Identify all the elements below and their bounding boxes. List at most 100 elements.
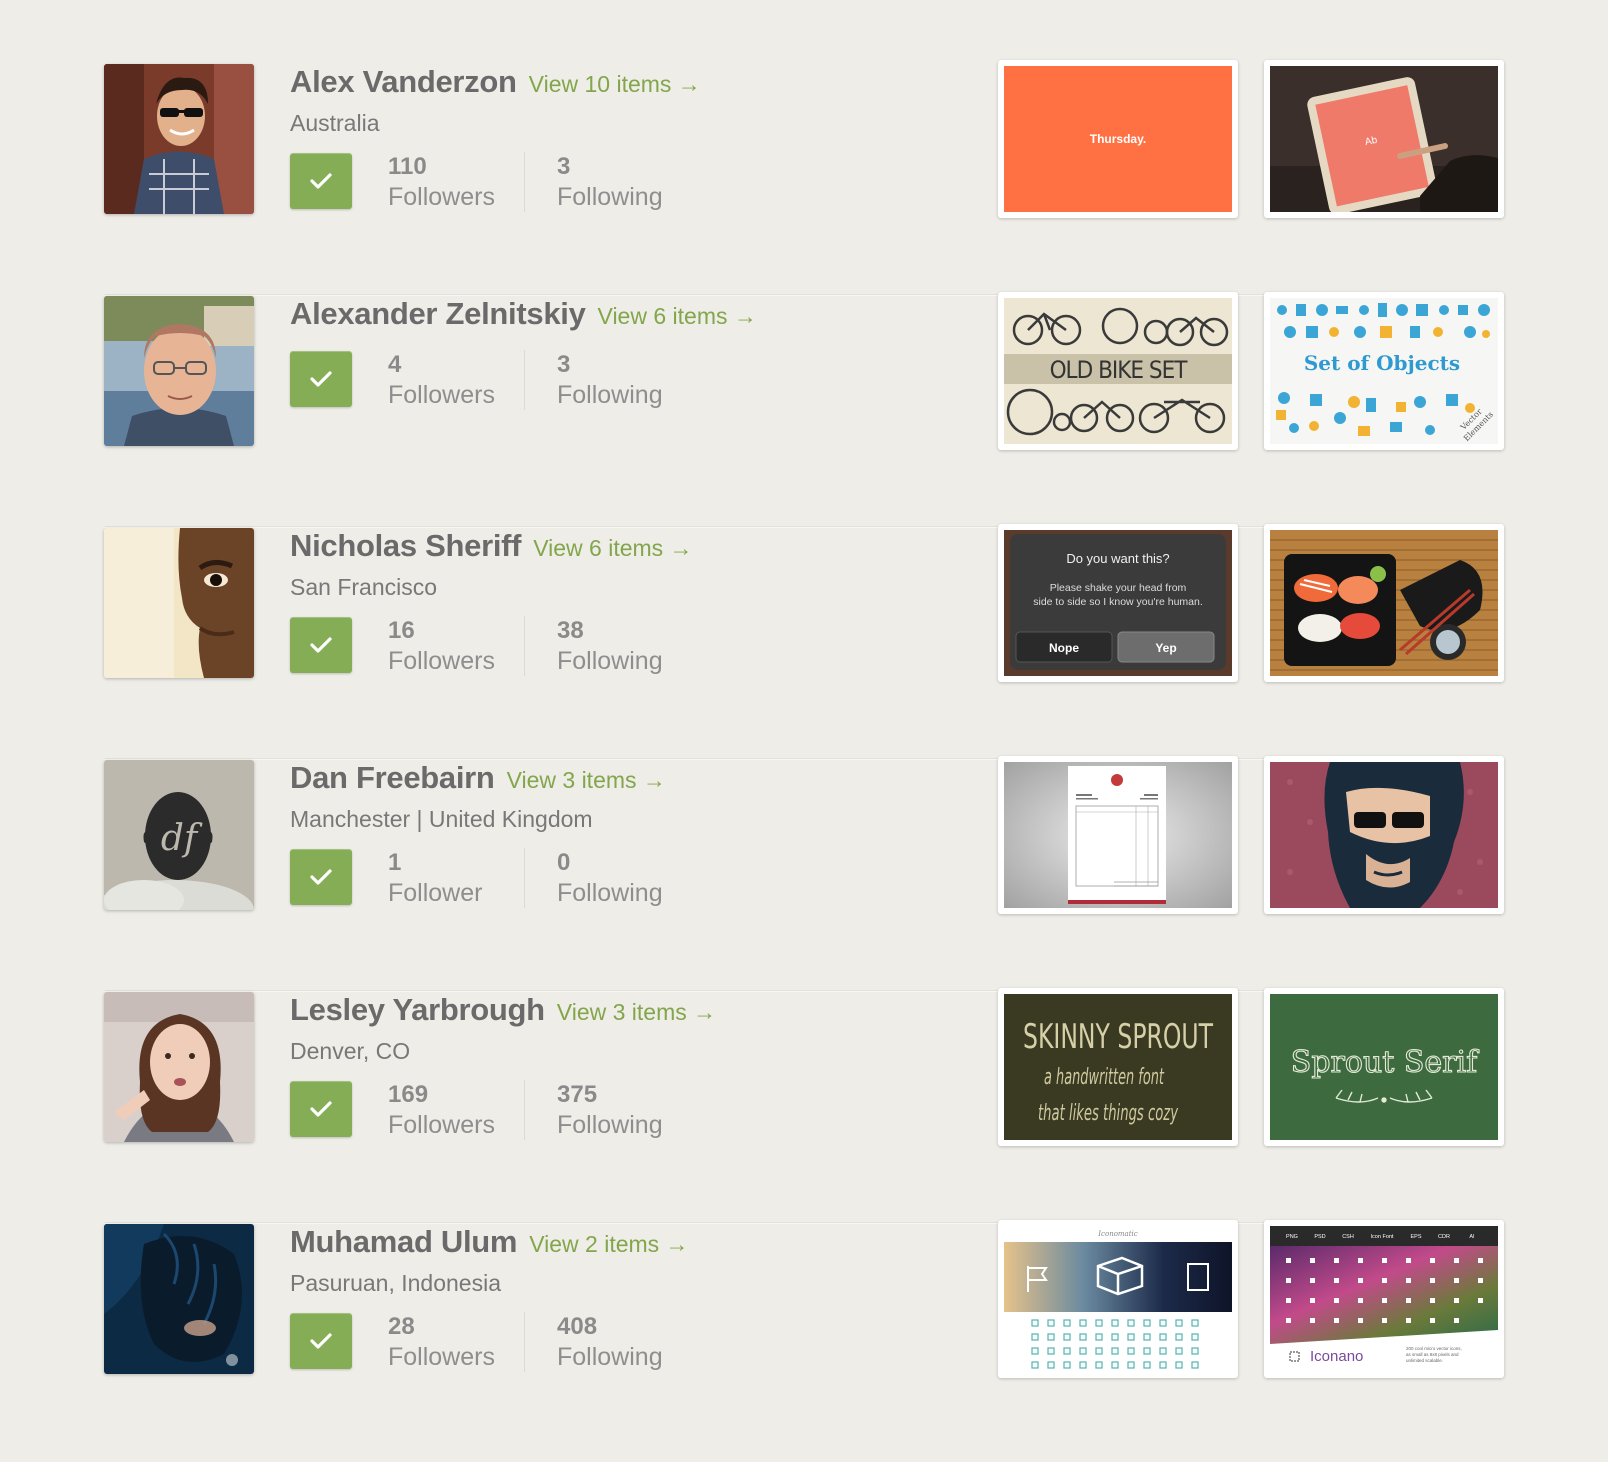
following-count: 375 bbox=[557, 1081, 598, 1108]
item-thumbnail[interactable]: Set of Objects Vector Elements bbox=[1264, 292, 1504, 450]
followers-count: 16 bbox=[388, 617, 415, 644]
avatar[interactable] bbox=[104, 1224, 254, 1374]
checkmark-icon bbox=[310, 1101, 332, 1117]
user-stats: 110 Followers 3 Following bbox=[290, 152, 990, 212]
view-items-link[interactable]: View 6 items → bbox=[533, 535, 692, 562]
user-name[interactable]: Lesley Yarbrough bbox=[290, 992, 545, 1028]
followers-count: 1 bbox=[388, 849, 402, 876]
thumbnail-text: Set of Objects bbox=[1304, 351, 1460, 375]
user-location: San Francisco bbox=[290, 574, 438, 600]
view-items-link[interactable]: View 2 items → bbox=[529, 1231, 688, 1258]
following-count: 0 bbox=[557, 849, 571, 876]
user-info: Alex Vanderzon View 10 items → Australia… bbox=[290, 64, 990, 212]
following-stat[interactable]: 0 Following bbox=[524, 848, 696, 908]
view-items-link[interactable]: View 6 items → bbox=[598, 303, 757, 330]
avatar[interactable] bbox=[104, 528, 254, 678]
user-name[interactable]: Nicholas Sheriff bbox=[290, 528, 522, 564]
checkmark-icon bbox=[310, 869, 332, 885]
followers-label: Followers bbox=[388, 183, 495, 211]
user-row: Muhamad Ulum View 2 items → Pasuruan, In… bbox=[104, 1220, 1504, 1456]
user-row: df Dan Freebairn View 3 items → Manchest… bbox=[104, 756, 1504, 992]
followers-stat[interactable]: 28 Followers bbox=[352, 1312, 524, 1372]
format-tab: PNG bbox=[1286, 1234, 1298, 1240]
following-label: Following bbox=[557, 1343, 663, 1371]
followers-stat[interactable]: 169 Followers bbox=[352, 1080, 524, 1140]
checkmark-icon bbox=[310, 637, 332, 653]
user-name[interactable]: Alex Vanderzon bbox=[290, 64, 517, 100]
avatar[interactable] bbox=[104, 296, 254, 446]
thumbnail-text: that likes things cozy bbox=[1038, 1101, 1179, 1126]
follow-button[interactable] bbox=[290, 153, 352, 209]
user-name[interactable]: Alexander Zelnitskiy bbox=[290, 296, 586, 332]
thumbnail-header: Iconomatic bbox=[1097, 1230, 1137, 1238]
user-location: Denver, CO bbox=[290, 1038, 411, 1064]
user-row: Nicholas Sheriff View 6 items → San Fran… bbox=[104, 524, 1504, 760]
user-stats: 28 Followers 408 Following bbox=[290, 1312, 990, 1372]
item-thumbnail[interactable]: OLD BIKE SET bbox=[998, 292, 1238, 450]
following-label: Following bbox=[557, 879, 663, 907]
item-thumbnail[interactable] bbox=[1264, 524, 1504, 682]
format-tab: PSD bbox=[1314, 1234, 1325, 1240]
user-location: Pasuruan, Indonesia bbox=[290, 1270, 501, 1296]
avatar[interactable] bbox=[104, 992, 254, 1142]
format-tab: AI bbox=[1469, 1234, 1475, 1240]
thumbnail-desc: unlimited scalable. bbox=[1406, 1358, 1443, 1363]
view-items-link[interactable]: View 3 items → bbox=[557, 999, 716, 1026]
following-label: Following bbox=[557, 183, 663, 211]
thumbnail-desc: as small as 8x8 pixels and bbox=[1406, 1352, 1459, 1357]
followers-count: 110 bbox=[388, 153, 427, 180]
user-stats: 16 Followers 38 Following bbox=[290, 616, 990, 676]
brand-text: Iconano bbox=[1310, 1348, 1363, 1365]
followers-label: Followers bbox=[388, 381, 495, 409]
follow-button[interactable] bbox=[290, 351, 352, 407]
item-thumbnail[interactable]: SKINNY SPROUT a handwritten font that li… bbox=[998, 988, 1238, 1146]
followers-count: 169 bbox=[388, 1081, 429, 1108]
follow-button[interactable] bbox=[290, 617, 352, 673]
followers-stat[interactable]: 4 Followers bbox=[352, 350, 524, 410]
user-name[interactable]: Dan Freebairn bbox=[290, 760, 495, 796]
view-items-link[interactable]: View 3 items → bbox=[507, 767, 666, 794]
item-thumbnail[interactable]: Do you want this? Please shake your head… bbox=[998, 524, 1238, 682]
following-stat[interactable]: 3 Following bbox=[524, 152, 696, 212]
thumbnail-text: Sprout Serif bbox=[1291, 1045, 1479, 1080]
item-thumbnail[interactable] bbox=[998, 756, 1238, 914]
follow-button[interactable] bbox=[290, 849, 352, 905]
item-thumbnail[interactable]: Thursday. bbox=[998, 60, 1238, 218]
followers-label: Followers bbox=[388, 1111, 495, 1139]
avatar-monogram: df bbox=[161, 818, 203, 859]
user-info: Lesley Yarbrough View 3 items → Denver, … bbox=[290, 992, 990, 1140]
avatar[interactable]: df bbox=[104, 760, 254, 910]
followers-stat[interactable]: 110 Followers bbox=[352, 152, 524, 212]
followers-count: 28 bbox=[388, 1313, 415, 1340]
following-label: Following bbox=[557, 1111, 663, 1139]
user-name[interactable]: Muhamad Ulum bbox=[290, 1224, 518, 1260]
item-thumbnail[interactable] bbox=[1264, 756, 1504, 914]
item-thumbnail[interactable]: Sprout Serif bbox=[1264, 988, 1504, 1146]
format-tab: Icon Font bbox=[1371, 1234, 1394, 1240]
item-thumbnail[interactable]: PNG PSD CSH Icon Font EPS CDR AI Iconano… bbox=[1264, 1220, 1504, 1378]
followers-count: 4 bbox=[388, 351, 402, 378]
view-items-link[interactable]: View 10 items → bbox=[529, 71, 701, 98]
following-stat[interactable]: 3 Following bbox=[524, 350, 696, 410]
followers-stat[interactable]: 1 Follower bbox=[352, 848, 524, 908]
avatar[interactable] bbox=[104, 64, 254, 214]
item-thumbnail[interactable]: Ab bbox=[1264, 60, 1504, 218]
user-info: Alexander Zelnitskiy View 6 items → 4 Fo… bbox=[290, 296, 990, 410]
thumbnail-desc: 200 cool micro vector icons, bbox=[1406, 1346, 1462, 1351]
following-stat[interactable]: 375 Following bbox=[524, 1080, 696, 1140]
following-count: 38 bbox=[557, 617, 584, 644]
thumbnail-text: SKINNY SPROUT bbox=[1023, 1017, 1213, 1057]
follow-button[interactable] bbox=[290, 1313, 352, 1369]
following-count: 3 bbox=[557, 153, 571, 180]
user-info: Dan Freebairn View 3 items → Manchester … bbox=[290, 760, 990, 908]
following-stat[interactable]: 38 Following bbox=[524, 616, 696, 676]
dialog-text: side to side so I know you're human. bbox=[1033, 596, 1203, 608]
following-stat[interactable]: 408 Following bbox=[524, 1312, 696, 1372]
following-count: 408 bbox=[557, 1313, 598, 1340]
followers-stat[interactable]: 16 Followers bbox=[352, 616, 524, 676]
item-thumbnail[interactable]: Iconomatic bbox=[998, 1220, 1238, 1378]
user-location: Australia bbox=[290, 110, 380, 136]
follow-button[interactable] bbox=[290, 1081, 352, 1137]
user-row: Lesley Yarbrough View 3 items → Denver, … bbox=[104, 988, 1504, 1224]
followers-label: Follower bbox=[388, 879, 483, 907]
